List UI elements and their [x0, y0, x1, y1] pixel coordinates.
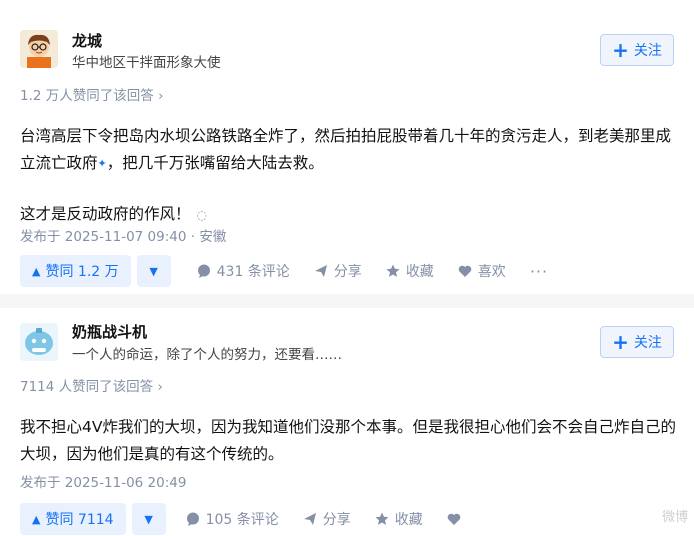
paragraph: 我不担心4V炸我们的大坝，因为我知道他们没那个本事。但是我很担心他们会不会自己炸… — [20, 418, 676, 463]
comment-icon — [197, 264, 210, 278]
share-button[interactable]: 分享 — [314, 261, 362, 281]
comment-button[interactable]: 431 条评论 — [197, 261, 290, 281]
answer-content: 台湾高层下令把岛内水坝公路铁路全炸了，然后拍拍屁股带着几十年的贪污走人，到老美那… — [20, 123, 680, 229]
like-button[interactable]: 喜欢 — [458, 261, 506, 281]
collect-label: 收藏 — [405, 264, 434, 280]
star-icon — [375, 512, 389, 525]
answer-content: 我不担心4V炸我们的大坝，因为我知道他们没那个本事。但是我很担心他们会不会自己炸… — [20, 414, 680, 468]
triangle-up-icon: ▲ — [32, 264, 41, 278]
share-label: 分享 — [333, 264, 362, 280]
collect-button[interactable]: 收藏 — [386, 261, 434, 281]
share-icon — [303, 513, 316, 525]
share-icon — [314, 265, 327, 277]
triangle-up-icon: ▲ — [32, 512, 41, 526]
chevron-right-icon: › — [157, 379, 163, 395]
upvote-button[interactable]: ▲ 赞同 7114 — [20, 503, 126, 535]
paragraph: 这才是反动政府的作风！ — [20, 205, 191, 223]
chevron-right-icon: › — [158, 88, 164, 104]
vote-summary[interactable]: 1.2 万人赞同了该回答 › — [20, 84, 163, 104]
author-headline: 一个人的命运，除了个人的努力，还要看…… — [72, 347, 342, 363]
publish-meta[interactable]: 发布于 2025-11-07 09:40 · 安徽 — [20, 225, 226, 245]
follow-label: 关注 — [633, 335, 662, 351]
watermark: 微博 — [661, 510, 688, 525]
triangle-down-icon: ▼ — [149, 264, 158, 278]
answer-card: 龙城 华中地区干拌面形象大使 + 关注 1.2 万人赞同了该回答 › 台湾高层下… — [0, 0, 694, 294]
publish-meta[interactable]: 发布于 2025-11-06 20:49 — [20, 471, 186, 491]
star-icon — [386, 264, 400, 277]
heart-icon — [447, 513, 461, 525]
collect-label: 收藏 — [394, 512, 423, 528]
downvote-button[interactable]: ▼ — [131, 503, 166, 535]
share-label: 分享 — [322, 512, 351, 528]
ellipsis-icon: ··· — [529, 261, 549, 281]
plus-icon: + — [612, 38, 629, 62]
action-bar: ▲ 赞同 7114 ▼ 105 条评论 分享 收藏 — [20, 502, 461, 536]
upvote-button[interactable]: ▲ 赞同 1.2 万 — [20, 255, 131, 287]
triangle-down-icon: ▼ — [144, 512, 153, 526]
collect-button[interactable]: 收藏 — [375, 509, 423, 529]
action-bar: ▲ 赞同 1.2 万 ▼ 431 条评论 分享 收藏 喜欢 ··· — [20, 254, 548, 288]
follow-label: 关注 — [633, 43, 662, 59]
follow-button[interactable]: + 关注 — [600, 34, 674, 66]
plus-icon: + — [612, 330, 629, 354]
avatar[interactable] — [20, 30, 58, 68]
vote-summary[interactable]: 7114 人赞同了该回答 › — [20, 375, 163, 395]
follow-button[interactable]: + 关注 — [600, 326, 674, 358]
comment-button[interactable]: 105 条评论 — [186, 509, 279, 529]
upvote-label: 赞同 7114 — [45, 512, 114, 528]
comment-label: 105 条评论 — [205, 512, 279, 528]
vote-summary-text: 1.2 万人赞同了该回答 — [20, 88, 154, 104]
heart-icon — [458, 265, 472, 277]
like-label: 喜欢 — [477, 264, 506, 280]
upvote-label: 赞同 1.2 万 — [45, 264, 119, 280]
like-button[interactable] — [447, 512, 461, 526]
vote-summary-text: 7114 人赞同了该回答 — [20, 379, 154, 395]
answer-card: 奶瓶战斗机 一个人的命运，除了个人的努力，还要看…… + 关注 7114 人赞同… — [0, 308, 694, 535]
avatar[interactable] — [20, 323, 58, 361]
comment-label: 431 条评论 — [216, 264, 290, 280]
author-name[interactable]: 奶瓶战斗机 — [72, 321, 147, 342]
sparkle-icon[interactable]: ✦ — [98, 157, 107, 170]
comment-icon — [186, 512, 199, 526]
divider — [0, 294, 694, 308]
author-headline: 华中地区干拌面形象大使 — [72, 55, 221, 71]
share-button[interactable]: 分享 — [303, 509, 351, 529]
more-button[interactable]: ··· — [530, 262, 548, 281]
paragraph: ，把几千万张嘴留给大陆去救。 — [106, 154, 324, 172]
author-name[interactable]: 龙城 — [72, 30, 102, 51]
downvote-button[interactable]: ▼ — [136, 255, 171, 287]
emoji-icon: ◌ — [196, 208, 207, 222]
